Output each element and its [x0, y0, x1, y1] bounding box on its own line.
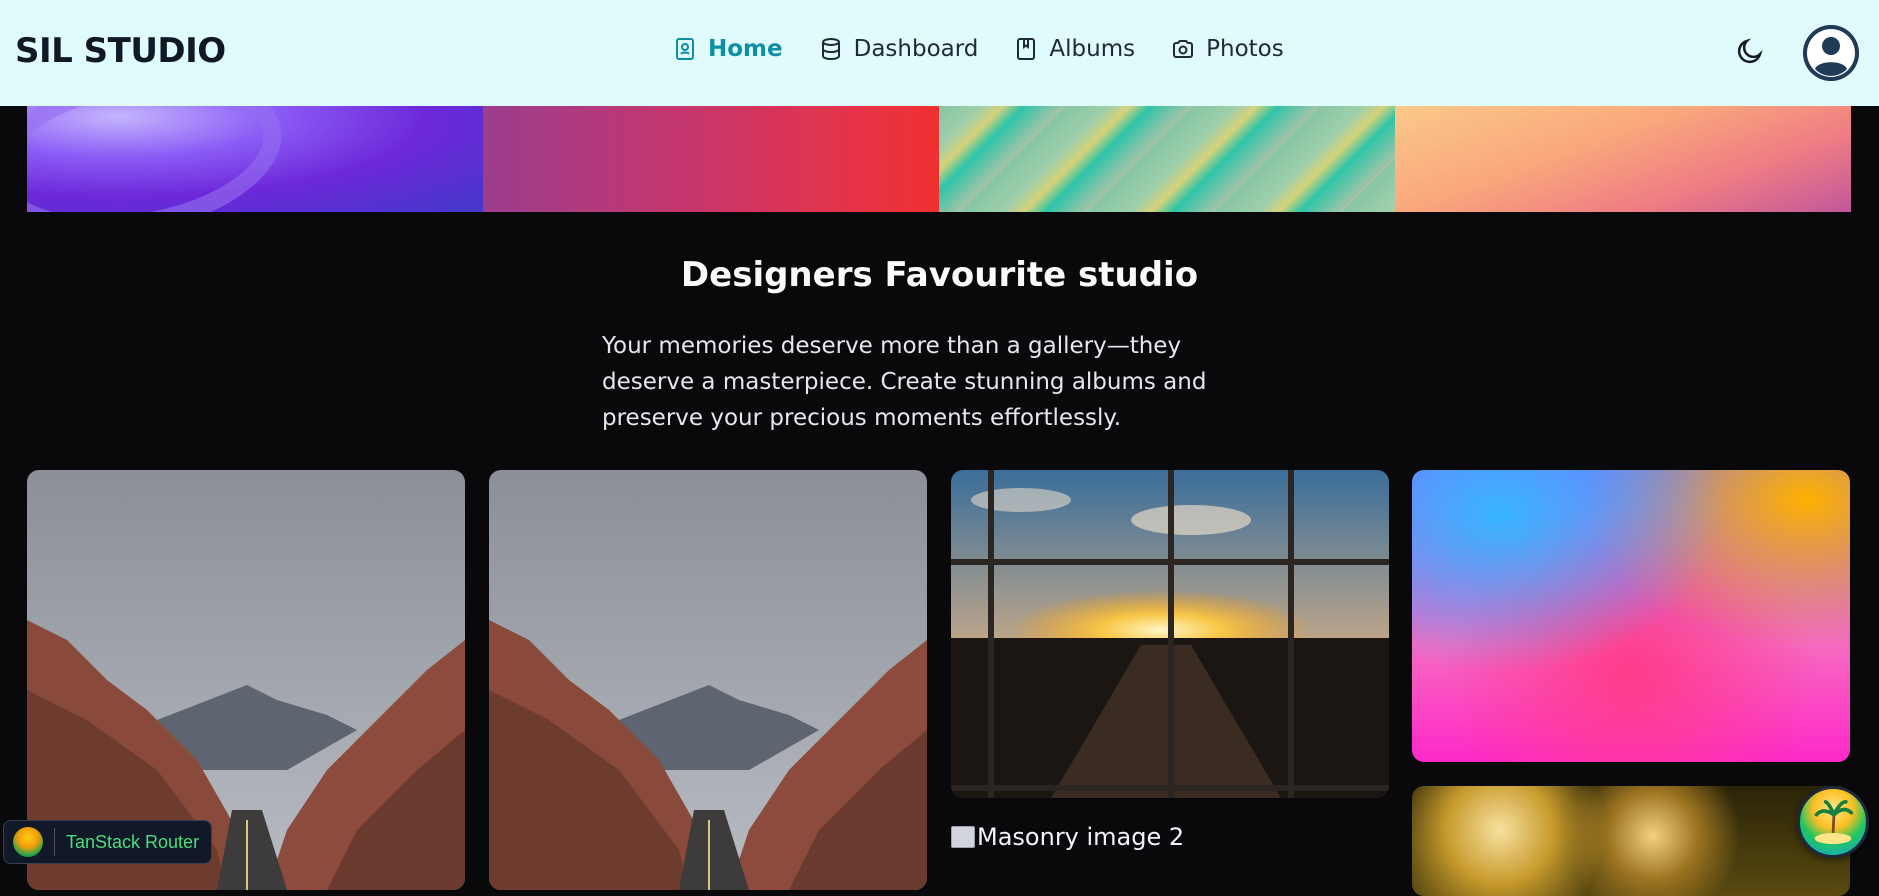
- banner-tile-diagonal-stripes: [939, 106, 1395, 212]
- broken-image-alt-text: Masonry image 2: [977, 823, 1185, 851]
- moon-icon: [1737, 38, 1763, 64]
- nav-albums[interactable]: Albums: [1014, 36, 1135, 62]
- broken-image-icon: [951, 826, 975, 848]
- nav-albums-label: Albums: [1049, 36, 1136, 62]
- database-icon: [821, 38, 840, 61]
- nav-dashboard[interactable]: Dashboard: [819, 36, 979, 62]
- sunset-highway-image: [951, 470, 1389, 798]
- hero-banner-strip: [27, 106, 1851, 212]
- floating-assistant-button[interactable]: [1797, 786, 1869, 858]
- gallery-image-sunset-highway[interactable]: [951, 470, 1389, 798]
- gallery-image-desert-road-2[interactable]: [489, 470, 927, 890]
- top-navbar: SIL STUDIO Home Dashboard Albums Photos: [0, 0, 1879, 106]
- camera-icon: [1173, 40, 1194, 58]
- user-circle-icon: [1803, 25, 1859, 81]
- devtools-label: TanStack Router: [66, 831, 200, 852]
- banner-tile-peach: [1395, 106, 1851, 212]
- bookmark-book-icon: [1017, 38, 1036, 60]
- broken-image-placeholder[interactable]: Masonry image 2: [951, 823, 1184, 851]
- desert-road-image: [489, 470, 927, 890]
- tanstack-router-devtools-button[interactable]: TanStack Router: [3, 820, 212, 864]
- theme-toggle-button[interactable]: [1735, 36, 1765, 66]
- palm-island-icon: [1814, 800, 1854, 844]
- album-book-icon: [676, 38, 694, 60]
- brand-logo[interactable]: SIL STUDIO: [15, 31, 226, 71]
- nav-photos[interactable]: Photos: [1171, 36, 1284, 62]
- nav-home-label: Home: [708, 36, 783, 62]
- tanstack-logo-icon: [13, 827, 43, 857]
- devtools-divider: [54, 828, 55, 856]
- gallery-image-gradient-blur[interactable]: [1412, 470, 1850, 762]
- nav-photos-label: Photos: [1206, 36, 1284, 62]
- user-avatar-button[interactable]: [1803, 25, 1859, 81]
- gallery-image-fireworks[interactable]: [1412, 786, 1850, 896]
- nav-dashboard-label: Dashboard: [853, 36, 979, 62]
- hero-title: Designers Favourite studio: [680, 255, 1199, 295]
- banner-tile-purple: [27, 106, 483, 212]
- main-nav: Home Dashboard Albums Photos: [673, 36, 1320, 62]
- nav-home[interactable]: Home: [673, 36, 783, 62]
- banner-tile-magenta-red: [483, 106, 939, 212]
- hero-description: Your memories deserve more than a galler…: [602, 333, 1207, 431]
